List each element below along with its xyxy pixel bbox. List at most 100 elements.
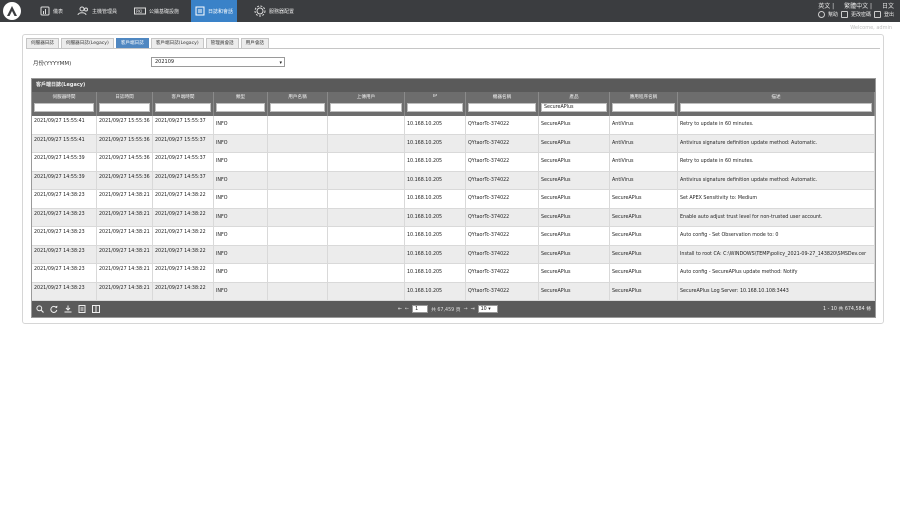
column-filter-input[interactable] bbox=[155, 103, 211, 112]
table-cell bbox=[268, 153, 328, 171]
column-header[interactable]: 日誌時間 bbox=[97, 92, 153, 116]
table-cell: Set APEX Sensitivity to: Medium bbox=[678, 190, 875, 208]
column-filter-input[interactable] bbox=[99, 103, 150, 112]
table-cell: 2021/09/27 14:55:36 bbox=[97, 153, 153, 171]
column-filter-input[interactable] bbox=[216, 103, 265, 112]
month-label: 月份(YYYYMM) bbox=[33, 61, 72, 67]
grid-title: 客戶端日誌(Legacy) bbox=[32, 79, 875, 92]
tab-client-log[interactable]: 客戶端日誌 bbox=[115, 38, 149, 48]
table-cell: SecureAPlus bbox=[539, 282, 610, 301]
table-row[interactable]: 2021/09/27 14:38:23 2021/09/27 14:38:21 20… bbox=[32, 264, 875, 283]
first-page-icon[interactable]: ⇤ bbox=[398, 307, 402, 312]
tab-admin-sessions[interactable]: 管理員會話 bbox=[205, 38, 239, 48]
table-cell: 10.168.10.205 bbox=[405, 264, 466, 282]
export-icon[interactable] bbox=[78, 305, 86, 313]
nav-logs-sessions[interactable]: 日誌和會話 bbox=[191, 0, 238, 22]
columns-icon[interactable] bbox=[92, 305, 100, 313]
lang-japanese[interactable]: 日文 bbox=[882, 3, 894, 10]
table-row[interactable]: 2021/09/27 14:38:23 2021/09/27 14:38:21 20… bbox=[32, 282, 875, 301]
table-cell: SecureAPlus bbox=[539, 190, 610, 208]
nav-host-manager[interactable]: 主機管理員 bbox=[77, 0, 117, 22]
table-row[interactable]: 2021/09/27 14:38:23 2021/09/27 14:38:21 20… bbox=[32, 208, 875, 227]
table-cell: AntiVirus bbox=[610, 153, 678, 171]
log-grid: 客戶端日誌(Legacy) 伺服器時間 日誌時間 客戶端時間 類型 用戶名稱 上傳用戶 IP… bbox=[31, 78, 876, 318]
last-page-icon[interactable]: ⇥ bbox=[471, 307, 475, 312]
grid-footer: ⇤ ← 1 共 67,459 頁 → ⇥ 10 ▾ 1 - 10 共 674,5… bbox=[32, 301, 875, 317]
table-row[interactable]: 2021/09/27 15:55:41 2021/09/27 15:55:36 20… bbox=[32, 116, 875, 135]
column-header[interactable]: 產品 SecureAPlus bbox=[539, 92, 610, 116]
lang-traditional-chinese[interactable]: 繁體中文 | bbox=[844, 3, 872, 10]
table-cell: SecureAPlus bbox=[539, 134, 610, 153]
logout-icon[interactable] bbox=[873, 11, 881, 18]
table-cell: AntiVirus bbox=[610, 116, 678, 134]
table-cell: QYtaorTc-374022 bbox=[466, 134, 539, 153]
page-size-value: 10 bbox=[480, 307, 487, 312]
table-cell: QYtaorTc-374022 bbox=[466, 264, 539, 282]
tab-user-sessions[interactable]: 用戶會話 bbox=[240, 38, 270, 48]
table-row[interactable]: 2021/09/27 14:55:39 2021/09/27 14:55:36 20… bbox=[32, 153, 875, 172]
table-row[interactable]: 2021/09/27 14:38:23 2021/09/27 14:38:21 20… bbox=[32, 190, 875, 209]
table-cell: SecureAPlus bbox=[610, 264, 678, 282]
column-header-label: 用戶名稱 bbox=[288, 95, 307, 100]
prev-page-icon[interactable]: ← bbox=[405, 307, 409, 312]
column-filter-input[interactable] bbox=[612, 103, 675, 112]
column-header[interactable]: 客戶端時間 bbox=[153, 92, 214, 116]
search-icon[interactable] bbox=[36, 305, 44, 313]
refresh-icon[interactable] bbox=[50, 305, 58, 313]
column-header[interactable]: 伺服器時間 bbox=[32, 92, 97, 116]
column-filter-input[interactable] bbox=[407, 103, 463, 112]
column-header[interactable]: 應用程序名稱 bbox=[610, 92, 678, 116]
column-header[interactable]: 上傳用戶 bbox=[328, 92, 405, 116]
table-cell: AntiVirus bbox=[610, 171, 678, 190]
table-row[interactable]: 2021/09/27 14:38:23 2021/09/27 14:38:21 20… bbox=[32, 245, 875, 264]
column-filter-input[interactable] bbox=[468, 103, 536, 112]
help-icon[interactable] bbox=[817, 11, 825, 18]
nav-dashboard[interactable]: 儀表 bbox=[40, 0, 63, 22]
column-header[interactable]: 類型 bbox=[214, 92, 268, 116]
column-filter-input[interactable] bbox=[34, 103, 94, 112]
tab-client-log-legacy[interactable]: 客戶端日誌(Legacy) bbox=[150, 38, 204, 48]
download-icon[interactable] bbox=[64, 305, 72, 313]
next-page-icon[interactable]: → bbox=[464, 307, 468, 312]
nav-pki[interactable]: PKI 公鑰基礎設施 bbox=[134, 0, 179, 22]
help-link[interactable]: 幫助 bbox=[828, 11, 838, 18]
table-cell: 2021/09/27 14:55:37 bbox=[153, 171, 214, 190]
table-cell: 10.168.10.205 bbox=[405, 208, 466, 227]
column-filter-input[interactable] bbox=[270, 103, 325, 112]
table-cell: Antivirus signature definition update me… bbox=[678, 171, 875, 190]
table-cell: 2021/09/27 14:38:23 bbox=[32, 227, 97, 245]
change-password-link[interactable]: 更改密碼 bbox=[851, 11, 871, 18]
page-input[interactable]: 1 bbox=[412, 305, 429, 313]
table-cell: 2021/09/27 15:55:41 bbox=[32, 116, 97, 134]
page-size-select[interactable]: 10 ▾ bbox=[477, 305, 498, 313]
column-filter-input[interactable] bbox=[680, 103, 872, 112]
app-logo[interactable] bbox=[3, 2, 21, 20]
table-row[interactable]: 2021/09/27 15:55:41 2021/09/27 15:55:36 20… bbox=[32, 134, 875, 153]
top-navigation-bar: 儀表 主機管理員 PKI 公鑰基礎設施 日誌和會話 服務器配置 英文 | 繁體中… bbox=[0, 0, 900, 22]
logout-link[interactable]: 登出 bbox=[884, 11, 894, 18]
table-cell: SecureAPlus bbox=[539, 264, 610, 282]
tab-server-log[interactable]: 伺服器日誌 bbox=[26, 38, 59, 48]
tab-server-log-legacy[interactable]: 伺服器日誌(Legacy) bbox=[60, 38, 114, 48]
table-cell: 2021/09/27 14:38:23 bbox=[32, 245, 97, 264]
column-header[interactable]: IP bbox=[405, 92, 466, 116]
column-filter-input[interactable]: SecureAPlus bbox=[541, 103, 607, 112]
pki-icon: PKI bbox=[134, 7, 146, 15]
table-cell: 2021/09/27 14:38:21 bbox=[97, 208, 153, 227]
table-cell: QYtaorTc-374022 bbox=[466, 208, 539, 227]
nav-server-config[interactable]: 服務器配置 bbox=[254, 0, 294, 22]
table-cell: INFO bbox=[214, 153, 268, 171]
column-header[interactable]: 描述 bbox=[678, 92, 875, 116]
lang-english[interactable]: 英文 | bbox=[818, 3, 834, 10]
table-cell bbox=[328, 116, 405, 134]
table-cell: INFO bbox=[214, 171, 268, 190]
column-filter-input[interactable] bbox=[330, 103, 402, 112]
table-row[interactable]: 2021/09/27 14:38:23 2021/09/27 14:38:21 20… bbox=[32, 227, 875, 246]
password-icon[interactable] bbox=[840, 11, 848, 18]
table-cell bbox=[328, 208, 405, 227]
column-header[interactable]: 用戶名稱 bbox=[268, 92, 328, 116]
table-cell: 2021/09/27 15:55:36 bbox=[97, 134, 153, 153]
column-header[interactable]: 機器名稱 bbox=[466, 92, 539, 116]
month-select[interactable]: 202109 ▾ bbox=[151, 57, 285, 67]
table-row[interactable]: 2021/09/27 14:55:39 2021/09/27 14:55:36 20… bbox=[32, 171, 875, 190]
